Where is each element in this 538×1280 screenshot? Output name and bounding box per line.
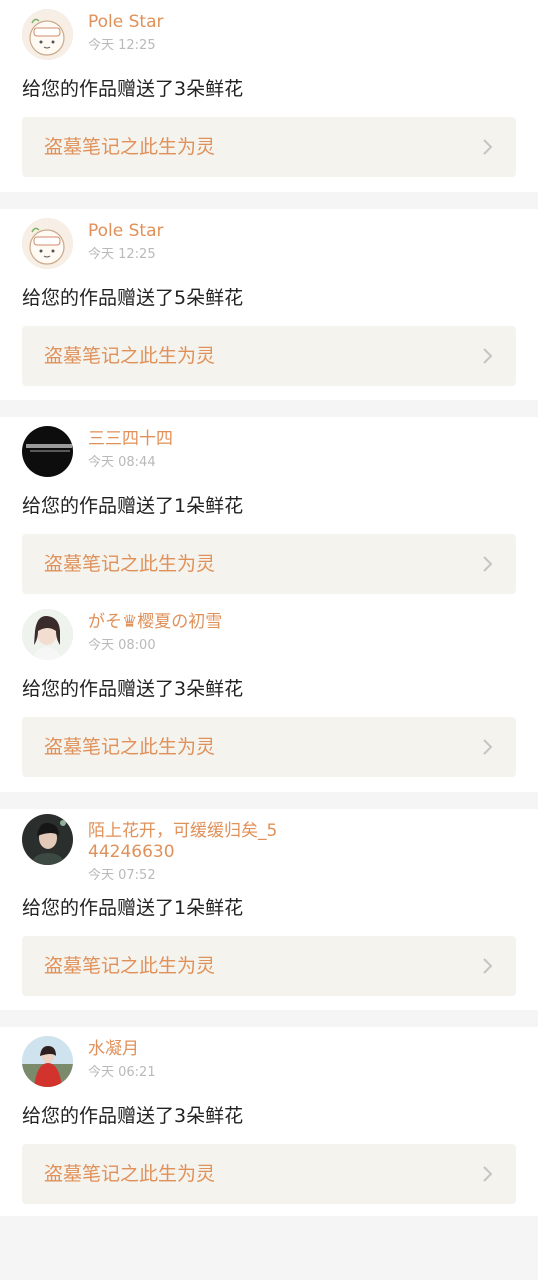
notification-card: 水凝月 今天 06:21 给您的作品赠送了3朵鲜花 盗墓笔记之此生为灵 [0,1027,538,1216]
notification-entry: 三三四十四 今天 08:44 给您的作品赠送了1朵鲜花 盗墓笔记之此生为灵 [22,417,516,594]
avatar[interactable] [22,814,73,865]
gift-message: 给您的作品赠送了3朵鲜花 [22,678,244,700]
chevron-right-icon [483,556,493,572]
work-link[interactable]: 盗墓笔记之此生为灵 [22,717,516,777]
avatar[interactable] [22,1036,73,1087]
timestamp: 今天 08:44 [88,455,156,470]
notification-card: Pole Star 今天 12:25 给您的作品赠送了3朵鲜花 盗墓笔记之此生为… [0,0,538,192]
notification-entry: 水凝月 今天 06:21 给您的作品赠送了3朵鲜花 盗墓笔记之此生为灵 [22,1027,516,1216]
chevron-right-icon [483,1166,493,1182]
gift-message: 给您的作品赠送了5朵鲜花 [22,287,244,309]
section-divider [0,1010,538,1027]
notification-entry: Pole Star 今天 12:25 给您的作品赠送了5朵鲜花 盗墓笔记之此生为… [22,209,516,400]
work-title: 盗墓笔记之此生为灵 [44,136,216,158]
work-title: 盗墓笔记之此生为灵 [44,955,216,977]
section-divider [0,192,538,209]
chevron-right-icon [483,739,493,755]
notification-card: 陌上花开，可缓缓归矣_544246630 今天 07:52 给您的作品赠送了1朵… [0,809,538,1010]
notification-feed: Pole Star 今天 12:25 给您的作品赠送了3朵鲜花 盗墓笔记之此生为… [0,0,538,1216]
notification-card: 三三四十四 今天 08:44 给您的作品赠送了1朵鲜花 盗墓笔记之此生为灵 がそ… [0,417,538,792]
work-link[interactable]: 盗墓笔记之此生为灵 [22,117,516,177]
timestamp: 今天 12:25 [88,38,156,53]
timestamp: 今天 12:25 [88,247,156,262]
avatar[interactable] [22,609,73,660]
work-link[interactable]: 盗墓笔记之此生为灵 [22,936,516,996]
section-divider [0,400,538,417]
timestamp: 今天 06:21 [88,1065,156,1080]
sender-name[interactable]: Pole Star [88,221,508,242]
timestamp: 今天 08:00 [88,638,156,653]
avatar[interactable] [22,426,73,477]
avatar[interactable] [22,218,73,269]
notification-card: Pole Star 今天 12:25 给您的作品赠送了5朵鲜花 盗墓笔记之此生为… [0,209,538,400]
chevron-right-icon [483,139,493,155]
sender-name[interactable]: 三三四十四 [88,429,508,450]
sender-name[interactable]: 水凝月 [88,1039,508,1060]
notification-entry: がそ♛樱夏の初雪 今天 08:00 给您的作品赠送了3朵鲜花 盗墓笔记之此生为灵 [22,600,516,792]
gift-message: 给您的作品赠送了1朵鲜花 [22,495,244,517]
gift-message: 给您的作品赠送了3朵鲜花 [22,1105,244,1127]
gift-message: 给您的作品赠送了1朵鲜花 [22,897,244,919]
sender-name[interactable]: Pole Star [88,12,508,33]
work-title: 盗墓笔记之此生为灵 [44,345,216,367]
work-title: 盗墓笔记之此生为灵 [44,553,216,575]
chevron-right-icon [483,348,493,364]
notification-entry: Pole Star 今天 12:25 给您的作品赠送了3朵鲜花 盗墓笔记之此生为… [22,0,516,192]
notification-entry: 陌上花开，可缓缓归矣_544246630 今天 07:52 给您的作品赠送了1朵… [22,809,516,1010]
avatar[interactable] [22,9,73,60]
chevron-right-icon [483,958,493,974]
work-link[interactable]: 盗墓笔记之此生为灵 [22,1144,516,1204]
sender-name[interactable]: がそ♛樱夏の初雪 [88,612,508,633]
work-title: 盗墓笔记之此生为灵 [44,736,216,758]
sender-name[interactable]: 陌上花开，可缓缓归矣_544246630 [88,821,288,863]
work-title: 盗墓笔记之此生为灵 [44,1163,216,1185]
timestamp: 今天 07:52 [88,868,156,883]
work-link[interactable]: 盗墓笔记之此生为灵 [22,326,516,386]
section-divider [0,792,538,809]
work-link[interactable]: 盗墓笔记之此生为灵 [22,534,516,594]
gift-message: 给您的作品赠送了3朵鲜花 [22,78,244,100]
